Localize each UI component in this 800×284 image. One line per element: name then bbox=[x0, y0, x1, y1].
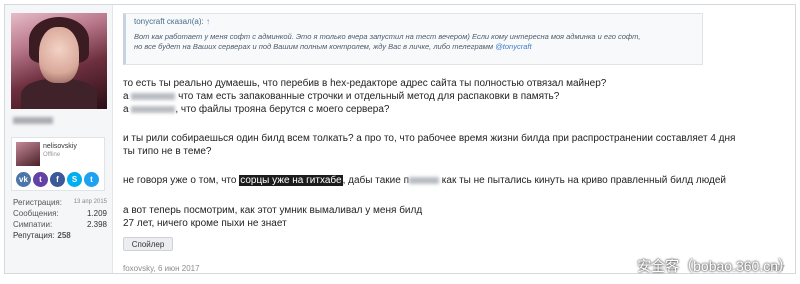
watermark: 安全客（bobao.360.cn） bbox=[637, 258, 792, 274]
forum-post: nelisovskiy Offline vk t f S t Регистрац… bbox=[4, 4, 796, 274]
telegram-link[interactable]: @tonycraft bbox=[495, 42, 531, 51]
quote-author-name: tonycraft сказал(а): bbox=[134, 17, 204, 26]
twitter-icon[interactable]: t bbox=[84, 172, 99, 187]
message-line: ты типо не в теме? bbox=[123, 146, 212, 157]
user-stats: Регистрация: 13 апр 2015 Сообщения: 1.20… bbox=[13, 197, 107, 241]
redacted-text bbox=[131, 92, 176, 100]
social-icons: vk t f S t bbox=[16, 172, 99, 187]
stat-value[interactable]: 1.209 bbox=[87, 208, 107, 219]
message-line: а вот теперь посмотрим, как этот умник в… bbox=[123, 205, 423, 216]
user-card-status: Offline bbox=[43, 152, 61, 158]
highlighted-text: сорцы уже на гитхабе bbox=[239, 175, 343, 186]
stat-reputation: Репутация: 258 bbox=[13, 230, 107, 241]
post-meta[interactable]: foxovsky, 6 июн 2017 bbox=[123, 264, 200, 273]
message-line: 27 лет, ничего кроме пыхи не знает bbox=[123, 218, 287, 229]
user-sidebar: nelisovskiy Offline vk t f S t Регистрац… bbox=[5, 5, 113, 273]
message-line: а что там есть запакованные строчки и от… bbox=[123, 90, 559, 103]
skype-icon[interactable]: S bbox=[67, 172, 82, 187]
message-text: что там есть запакованные строчки и отде… bbox=[178, 91, 560, 102]
message-line: то есть ты реально думаешь, что перебив … bbox=[123, 78, 607, 89]
stat-label: Регистрация: bbox=[13, 198, 62, 207]
message-line: и ты рили собираешься один билд всем тол… bbox=[123, 133, 736, 144]
jump-to-quote-icon[interactable]: ↑ bbox=[206, 17, 210, 26]
message-line: не говоря уже о том, что сорцы уже на ги… bbox=[123, 174, 726, 187]
spoiler-button[interactable]: Спойлер bbox=[123, 237, 173, 251]
stat-label: Репутация: bbox=[13, 231, 55, 240]
stat-registration: Регистрация: 13 апр 2015 bbox=[13, 197, 107, 208]
redacted-text bbox=[131, 105, 176, 113]
quote-block: tonycraft сказал(а): ↑ Вот как работает … bbox=[123, 13, 703, 65]
quote-author: tonycraft сказал(а): ↑ bbox=[134, 17, 694, 26]
post-content: tonycraft сказал(а): ↑ Вот как работает … bbox=[119, 5, 791, 273]
message-text: , дабы такие п bbox=[342, 175, 409, 186]
stat-likes: Симпатии: 2.398 bbox=[13, 219, 107, 230]
quote-line: Вот как работает у меня софт с админкой.… bbox=[134, 32, 641, 41]
user-card-name[interactable]: nelisovskiy bbox=[43, 143, 77, 150]
vk-icon[interactable]: vk bbox=[16, 172, 31, 187]
user-card: nelisovskiy Offline vk t f S t bbox=[11, 137, 105, 191]
message-text: а bbox=[123, 104, 129, 115]
username-redacted bbox=[13, 117, 53, 124]
stat-label: Симпатии: bbox=[13, 220, 53, 229]
avatar-shoulder bbox=[21, 79, 97, 109]
mini-avatar[interactable] bbox=[16, 142, 40, 166]
message-text: а bbox=[123, 91, 129, 102]
stat-label: Сообщения: bbox=[13, 209, 59, 218]
stat-value: 258 bbox=[57, 231, 71, 240]
quote-line-text: но все будет на Ваших серверах и под Ваш… bbox=[134, 42, 494, 51]
message-text: , что файлы трояна берутся с моего серве… bbox=[175, 104, 390, 115]
user-avatar[interactable] bbox=[11, 13, 107, 109]
message-text: не говоря уже о том, что bbox=[123, 175, 237, 186]
stat-messages: Сообщения: 1.209 bbox=[13, 208, 107, 219]
redacted-text bbox=[409, 176, 439, 184]
avatar-face bbox=[39, 27, 79, 83]
quote-line: но все будет на Ваших серверах и под Ваш… bbox=[134, 42, 694, 52]
stat-value: 13 апр 2015 bbox=[73, 199, 107, 205]
quote-text: Вот как работает у меня софт с админкой.… bbox=[134, 32, 694, 52]
message-text: как ты не пытались кинуть на криво правл… bbox=[441, 175, 726, 186]
stat-value: 2.398 bbox=[86, 220, 107, 229]
message-line: а , что файлы трояна берутся с моего сер… bbox=[123, 103, 389, 116]
twitch-icon[interactable]: t bbox=[33, 172, 48, 187]
facebook-icon[interactable]: f bbox=[50, 172, 65, 187]
